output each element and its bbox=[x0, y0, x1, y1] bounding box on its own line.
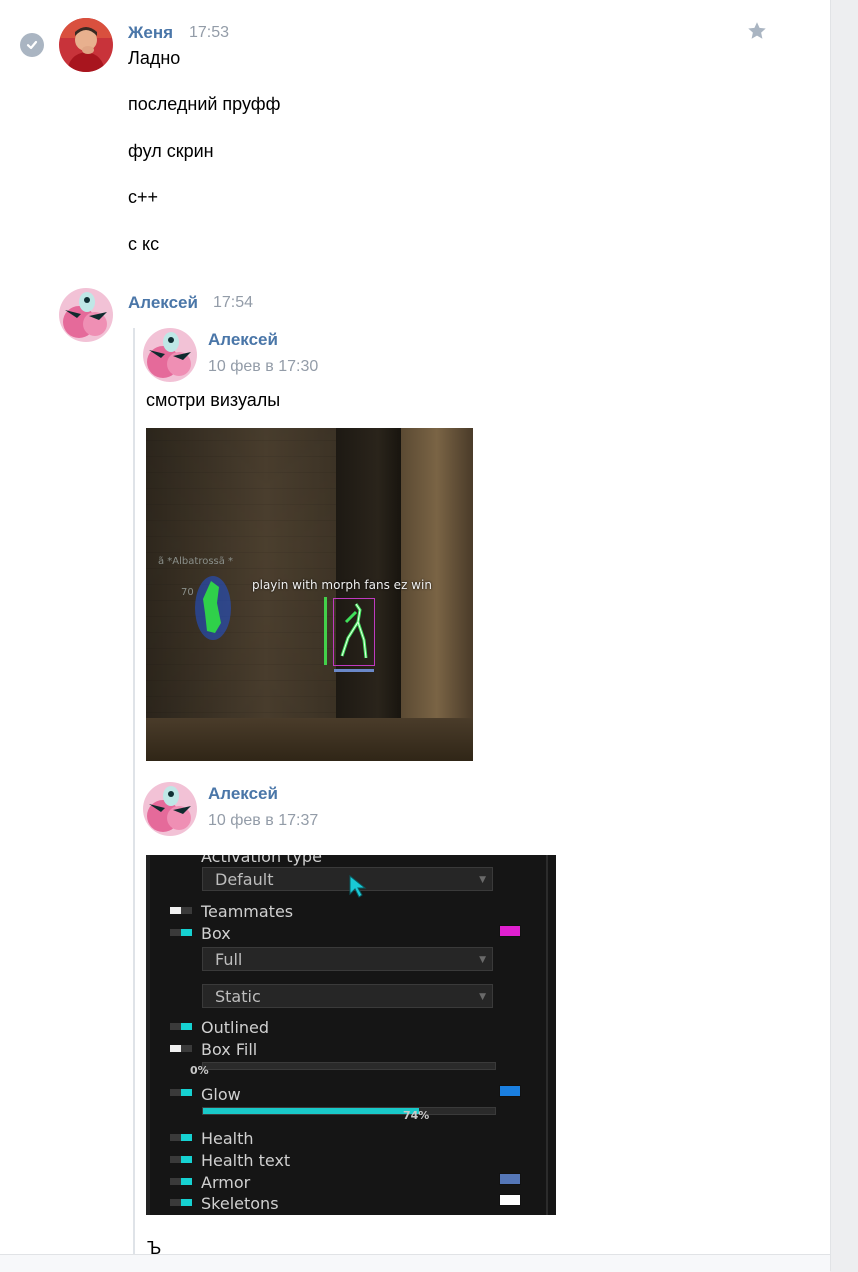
esp-label: playin with morph fans ez win bbox=[252, 578, 432, 592]
health-text-label: Health text bbox=[201, 1151, 291, 1170]
wall-texture bbox=[146, 428, 346, 761]
cheat-menu-screenshot[interactable]: Activation type Default ▼ Teammates Box … bbox=[146, 855, 556, 1215]
message-author[interactable]: Алексей bbox=[128, 293, 198, 313]
avatar-zhenya[interactable] bbox=[59, 18, 113, 72]
pillar-wall bbox=[401, 428, 473, 761]
skeletons-label: Skeletons bbox=[201, 1194, 279, 1213]
avatar-forwarded[interactable] bbox=[143, 328, 197, 382]
outlined-label: Outlined bbox=[201, 1018, 270, 1037]
teammates-toggle[interactable] bbox=[170, 907, 192, 914]
health-text-toggle[interactable] bbox=[170, 1156, 192, 1163]
avatar-aleksey[interactable] bbox=[59, 288, 113, 342]
box-type-select[interactable]: Full ▼ bbox=[202, 947, 493, 971]
box-mode-select[interactable]: Static ▼ bbox=[202, 984, 493, 1008]
glow-player-icon bbox=[195, 576, 231, 640]
mouse-cursor-icon bbox=[349, 875, 367, 898]
health-toggle[interactable] bbox=[170, 1134, 192, 1141]
glow-color-swatch[interactable] bbox=[499, 1085, 521, 1097]
message-time[interactable]: 17:53 bbox=[189, 24, 229, 42]
menu-right-edge bbox=[546, 855, 548, 1215]
skeletons-color-swatch[interactable] bbox=[499, 1194, 521, 1206]
box-color-swatch[interactable] bbox=[499, 925, 521, 937]
check-circle-icon[interactable] bbox=[20, 33, 44, 57]
armor-label: Armor bbox=[201, 1173, 251, 1192]
esp-faint-name: ã *Albatrossã * bbox=[158, 556, 234, 567]
game-screenshot[interactable]: ã *Albatrossã * 70 playin with morph fan… bbox=[146, 428, 473, 761]
message-line: с кс bbox=[128, 234, 160, 254]
dropdown-arrow-icon: ▼ bbox=[479, 875, 486, 885]
message-line: фул скрин bbox=[128, 141, 214, 161]
health-label: Health bbox=[201, 1129, 254, 1148]
pillar-shadow bbox=[336, 428, 406, 761]
activation-type-label: Activation type bbox=[201, 855, 322, 866]
star-icon[interactable] bbox=[746, 20, 768, 47]
skeletons-toggle[interactable] bbox=[170, 1199, 192, 1206]
forwarded-author[interactable]: Алексей bbox=[208, 330, 278, 350]
box-fill-value: 0% bbox=[190, 1064, 209, 1077]
glow-value: 74% bbox=[403, 1109, 430, 1122]
armor-toggle[interactable] bbox=[170, 1178, 192, 1185]
forward-quote-line bbox=[133, 328, 135, 1258]
activation-type-value: Default bbox=[215, 870, 274, 889]
glow-slider-fill bbox=[203, 1108, 420, 1114]
outlined-toggle[interactable] bbox=[170, 1023, 192, 1030]
glow-toggle[interactable] bbox=[170, 1089, 192, 1096]
box-toggle[interactable] bbox=[170, 929, 192, 936]
box-fill-toggle[interactable] bbox=[170, 1045, 192, 1052]
activation-type-select[interactable]: Default ▼ bbox=[202, 867, 493, 891]
box-fill-slider[interactable] bbox=[202, 1062, 496, 1070]
message-line: последний пруфф bbox=[128, 94, 281, 114]
esp-armor-bar bbox=[334, 669, 374, 672]
armor-color-swatch[interactable] bbox=[499, 1173, 521, 1185]
forwarded-date[interactable]: 10 фев в 17:37 bbox=[208, 812, 318, 830]
glow-slider[interactable] bbox=[202, 1107, 496, 1115]
message-time[interactable]: 17:54 bbox=[213, 294, 253, 312]
glow-label: Glow bbox=[201, 1085, 241, 1104]
enemy-skeleton-icon bbox=[340, 603, 368, 659]
dropdown-arrow-icon: ▼ bbox=[479, 992, 486, 1002]
dropdown-arrow-icon: ▼ bbox=[479, 955, 486, 965]
message-line: Ладно bbox=[128, 48, 181, 68]
teammates-label: Teammates bbox=[201, 902, 294, 921]
composer-bar-edge bbox=[0, 1254, 830, 1272]
box-fill-label: Box Fill bbox=[201, 1040, 258, 1059]
forwarded-text: смотри визуалы bbox=[146, 390, 281, 410]
menu-left-edge bbox=[146, 855, 150, 1215]
box-label: Box bbox=[201, 924, 231, 943]
box-mode-value: Static bbox=[215, 987, 261, 1006]
forwarded-date[interactable]: 10 фев в 17:30 bbox=[208, 358, 318, 376]
message-author[interactable]: Женя bbox=[128, 23, 173, 43]
forwarded-author[interactable]: Алексей bbox=[208, 784, 278, 804]
floor bbox=[146, 718, 473, 761]
box-type-value: Full bbox=[215, 950, 243, 969]
message-line: с++ bbox=[128, 187, 159, 207]
avatar-forwarded[interactable] bbox=[143, 782, 197, 836]
esp-health-bar bbox=[324, 597, 327, 665]
